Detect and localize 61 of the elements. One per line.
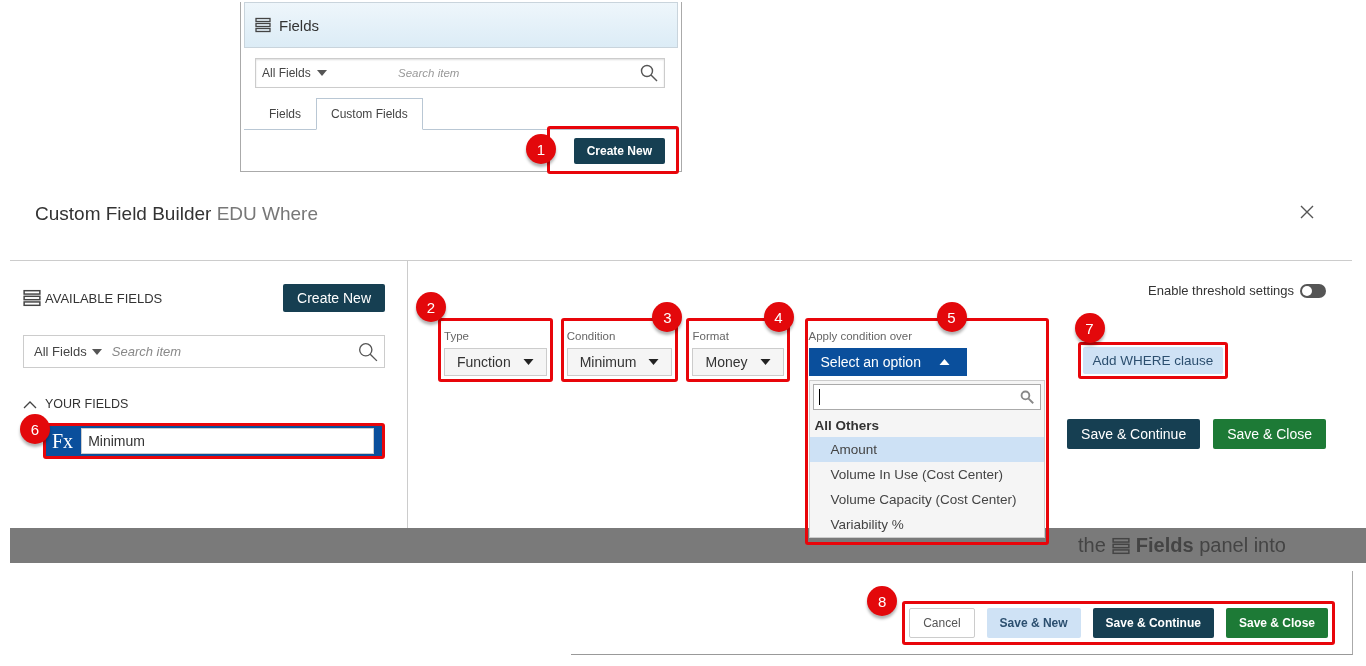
search-icon [640,64,658,82]
menu-option[interactable]: Volume In Use (Cost Center) [809,462,1044,487]
toggle-switch[interactable] [1300,283,1326,298]
field-label: Format [692,330,730,342]
dialog-title: Custom Field Builder EDU Where [35,203,318,225]
footer-button[interactable]: Save & Close [1225,608,1328,638]
field-label: Apply condition over [808,330,914,342]
search-field[interactable]: All Fields Search item [23,335,385,368]
search-placeholder: Search item [111,344,183,359]
action-button[interactable]: Save & Continue [1067,419,1201,449]
menu-option[interactable]: Variability % [809,512,1044,537]
tab[interactable]: Custom Fields [316,98,423,130]
callout-number: 2 [416,292,446,322]
group-toggle[interactable]: YOUR FIELDS [23,397,385,411]
panel-title: Fields [279,16,319,34]
list-icon [23,289,41,307]
create-new-button[interactable]: Create New [573,138,665,164]
caret-icon [648,359,660,365]
group-heading: All Others [813,417,881,435]
callout-number: 4 [763,302,794,332]
chevron-icon [23,399,37,409]
function-icon: Fx [52,429,74,453]
callout-number: 6 [20,414,50,444]
menu-option[interactable]: Amount [809,437,1044,462]
callout-number: 3 [652,302,683,332]
tab[interactable]: Fields [254,98,316,130]
close-icon[interactable] [1300,205,1314,219]
caret-icon [522,359,534,365]
section-heading: AVAILABLE FIELDS [45,290,164,306]
select-dropdown[interactable]: Minimum [566,348,673,376]
caret-icon [91,348,102,355]
name-field[interactable]: Minimum [81,428,374,454]
filter-dropdown[interactable]: All Fields [262,66,392,80]
select-dropdown[interactable]: Select an option [808,348,967,376]
create-new-button[interactable]: Create New [283,284,385,312]
search-placeholder: Search item [398,67,461,79]
search-field[interactable] [812,384,1041,410]
toggle-label: Enable threshold settings [1148,283,1294,298]
callout-number: 7 [1074,313,1105,343]
caret-icon [938,359,950,365]
footer-button[interactable]: Cancel [909,608,975,638]
search-field[interactable]: All Fields Search item [255,58,665,88]
list-icon [1111,536,1130,555]
footer-button[interactable]: Save & New [986,608,1081,638]
caret-icon [759,359,771,365]
search-icon [358,341,378,362]
action-button[interactable]: Save & Close [1213,419,1326,449]
callout-number: 5 [936,302,967,332]
menu-option[interactable]: Volume Capacity (Cost Center) [809,487,1044,512]
select-dropdown[interactable]: Money [692,348,784,376]
callout-number: 8 [867,586,898,616]
footer-button[interactable]: Save & Continue [1092,608,1214,638]
field-label: Type [444,330,470,342]
select-dropdown[interactable]: Function [444,348,547,376]
caret-icon [316,70,327,76]
search-icon [1019,390,1034,404]
field-item[interactable]: Fx Minimum [46,426,382,456]
add-where-button[interactable]: Add WHERE clause [1082,347,1224,374]
filter-dropdown[interactable]: All Fields [34,344,102,359]
list-icon [255,17,271,33]
field-label: Condition [566,330,617,342]
